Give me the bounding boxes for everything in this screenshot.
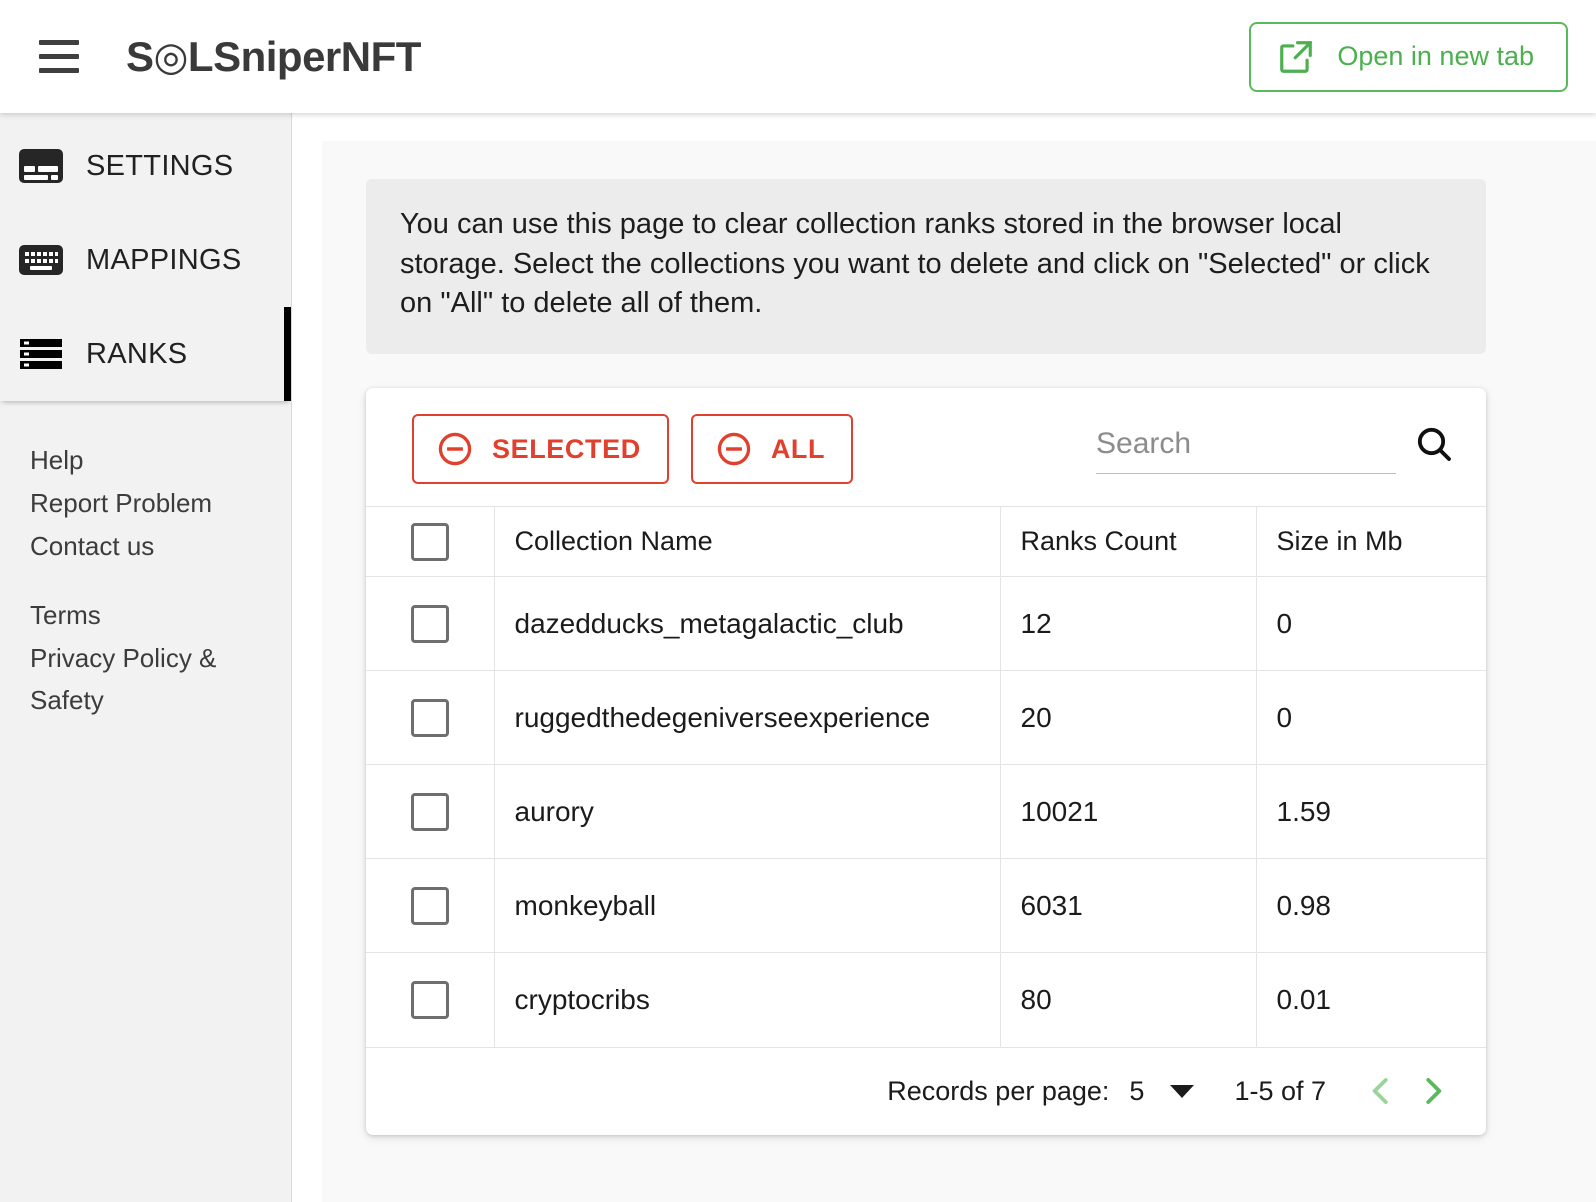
records-per-page-label: Records per page: <box>887 1076 1109 1107</box>
search-input[interactable] <box>1096 427 1396 461</box>
sidebar-item-label: SETTINGS <box>86 150 233 183</box>
records-per-page-value: 5 <box>1129 1076 1144 1107</box>
page-title: S◎LSniperNFT <box>126 33 421 81</box>
cell-collection-name: ruggedthedegeniverseexperience <box>494 671 1000 765</box>
table-row[interactable]: cryptocribs 80 0.01 <box>366 953 1486 1047</box>
cell-size-mb: 0.98 <box>1256 859 1486 953</box>
remove-circle-icon <box>715 430 753 468</box>
storage-list-icon <box>18 334 64 374</box>
cell-collection-name: dazedducks_metagalactic_club <box>494 577 1000 671</box>
settings-card-icon <box>18 146 64 186</box>
row-checkbox-cell <box>366 859 494 953</box>
sidebar: SETTINGS MAPPINGS <box>0 113 292 1202</box>
sidebar-item-label: MAPPINGS <box>86 244 242 277</box>
cell-collection-name: monkeyball <box>494 859 1000 953</box>
column-header-collection-name[interactable]: Collection Name <box>494 507 1000 577</box>
open-in-new-tab-button[interactable]: Open in new tab <box>1249 22 1568 92</box>
row-checkbox[interactable] <box>411 981 449 1019</box>
cell-size-mb: 0 <box>1256 577 1486 671</box>
row-checkbox-cell <box>366 765 494 859</box>
sidebar-link-report-problem[interactable]: Report Problem <box>30 482 245 525</box>
brand-prefix: S <box>126 33 154 81</box>
row-checkbox-cell <box>366 671 494 765</box>
column-header-size-mb[interactable]: Size in Mb <box>1256 507 1486 577</box>
column-header-ranks-count[interactable]: Ranks Count <box>1000 507 1256 577</box>
sidebar-link-help[interactable]: Help <box>30 439 245 482</box>
sidebar-links: Help Report Problem Contact us Terms Pri… <box>0 401 291 722</box>
records-per-page-select[interactable]: 5 <box>1129 1076 1194 1107</box>
table-row[interactable]: dazedducks_metagalactic_club 12 0 <box>366 577 1486 671</box>
cell-ranks-count: 12 <box>1000 577 1256 671</box>
cell-ranks-count: 10021 <box>1000 765 1256 859</box>
cell-size-mb: 0 <box>1256 671 1486 765</box>
cell-size-mb: 0.01 <box>1256 953 1486 1047</box>
sidebar-links-divider <box>30 568 291 594</box>
open-in-new-tab-label: Open in new tab <box>1337 41 1534 72</box>
pagination-range: 1-5 of 7 <box>1234 1076 1326 1107</box>
content-area: You can use this page to clear collectio… <box>322 141 1596 1202</box>
brand-suffix: LSniperNFT <box>188 33 421 81</box>
table-row[interactable]: aurory 10021 1.59 <box>366 765 1486 859</box>
brand-ring-icon: ◎ <box>154 34 188 80</box>
app-root: S◎LSniperNFT Open in new tab <box>0 0 1596 1202</box>
search-icon[interactable] <box>1414 424 1454 464</box>
select-all-checkbox[interactable] <box>411 523 449 561</box>
table-toolbar: SELECTED ALL <box>366 388 1486 506</box>
chevron-down-icon <box>1170 1085 1194 1098</box>
pagination-bar: Records per page: 5 1-5 of 7 <box>366 1047 1486 1135</box>
sidebar-item-settings[interactable]: SETTINGS <box>0 119 291 213</box>
ranks-card: SELECTED ALL <box>366 388 1486 1135</box>
row-checkbox-cell <box>366 953 494 1047</box>
hamburger-icon[interactable] <box>32 30 86 84</box>
table-row[interactable]: ruggedthedegeniverseexperience 20 0 <box>366 671 1486 765</box>
row-checkbox-cell <box>366 577 494 671</box>
cell-ranks-count: 80 <box>1000 953 1256 1047</box>
cell-collection-name: aurory <box>494 765 1000 859</box>
sidebar-link-privacy-policy[interactable]: Privacy Policy & Safety <box>30 637 245 723</box>
sidebar-link-contact-us[interactable]: Contact us <box>30 525 245 568</box>
row-checkbox[interactable] <box>411 605 449 643</box>
row-checkbox[interactable] <box>411 887 449 925</box>
select-all-cell <box>366 507 494 577</box>
sidebar-item-ranks[interactable]: RANKS <box>0 307 291 401</box>
remove-circle-icon <box>436 430 474 468</box>
cell-ranks-count: 20 <box>1000 671 1256 765</box>
cell-ranks-count: 6031 <box>1000 859 1256 953</box>
delete-all-label: ALL <box>771 434 825 465</box>
row-checkbox[interactable] <box>411 793 449 831</box>
keyboard-icon <box>18 240 64 280</box>
delete-selected-button[interactable]: SELECTED <box>412 414 669 484</box>
row-checkbox[interactable] <box>411 699 449 737</box>
sidebar-item-mappings[interactable]: MAPPINGS <box>0 213 291 307</box>
app-body: SETTINGS MAPPINGS <box>0 113 1596 1202</box>
sidebar-link-terms[interactable]: Terms <box>30 594 245 637</box>
chevron-left-icon[interactable] <box>1362 1072 1400 1110</box>
cell-size-mb: 1.59 <box>1256 765 1486 859</box>
top-bar: S◎LSniperNFT Open in new tab <box>0 0 1596 113</box>
table-row[interactable]: monkeyball 6031 0.98 <box>366 859 1486 953</box>
search-container <box>1096 424 1456 474</box>
cell-collection-name: cryptocribs <box>494 953 1000 1047</box>
delete-all-button[interactable]: ALL <box>691 414 853 484</box>
search-field <box>1096 427 1396 474</box>
content-gutter: You can use this page to clear collectio… <box>292 113 1596 1202</box>
info-banner: You can use this page to clear collectio… <box>366 179 1486 354</box>
chevron-right-icon[interactable] <box>1414 1072 1452 1110</box>
table-header-row: Collection Name Ranks Count Size in Mb <box>366 507 1486 577</box>
external-link-icon <box>1277 38 1315 76</box>
delete-selected-label: SELECTED <box>492 434 641 465</box>
ranks-table: Collection Name Ranks Count Size in Mb d… <box>366 506 1486 1047</box>
sidebar-item-label: RANKS <box>86 338 187 371</box>
